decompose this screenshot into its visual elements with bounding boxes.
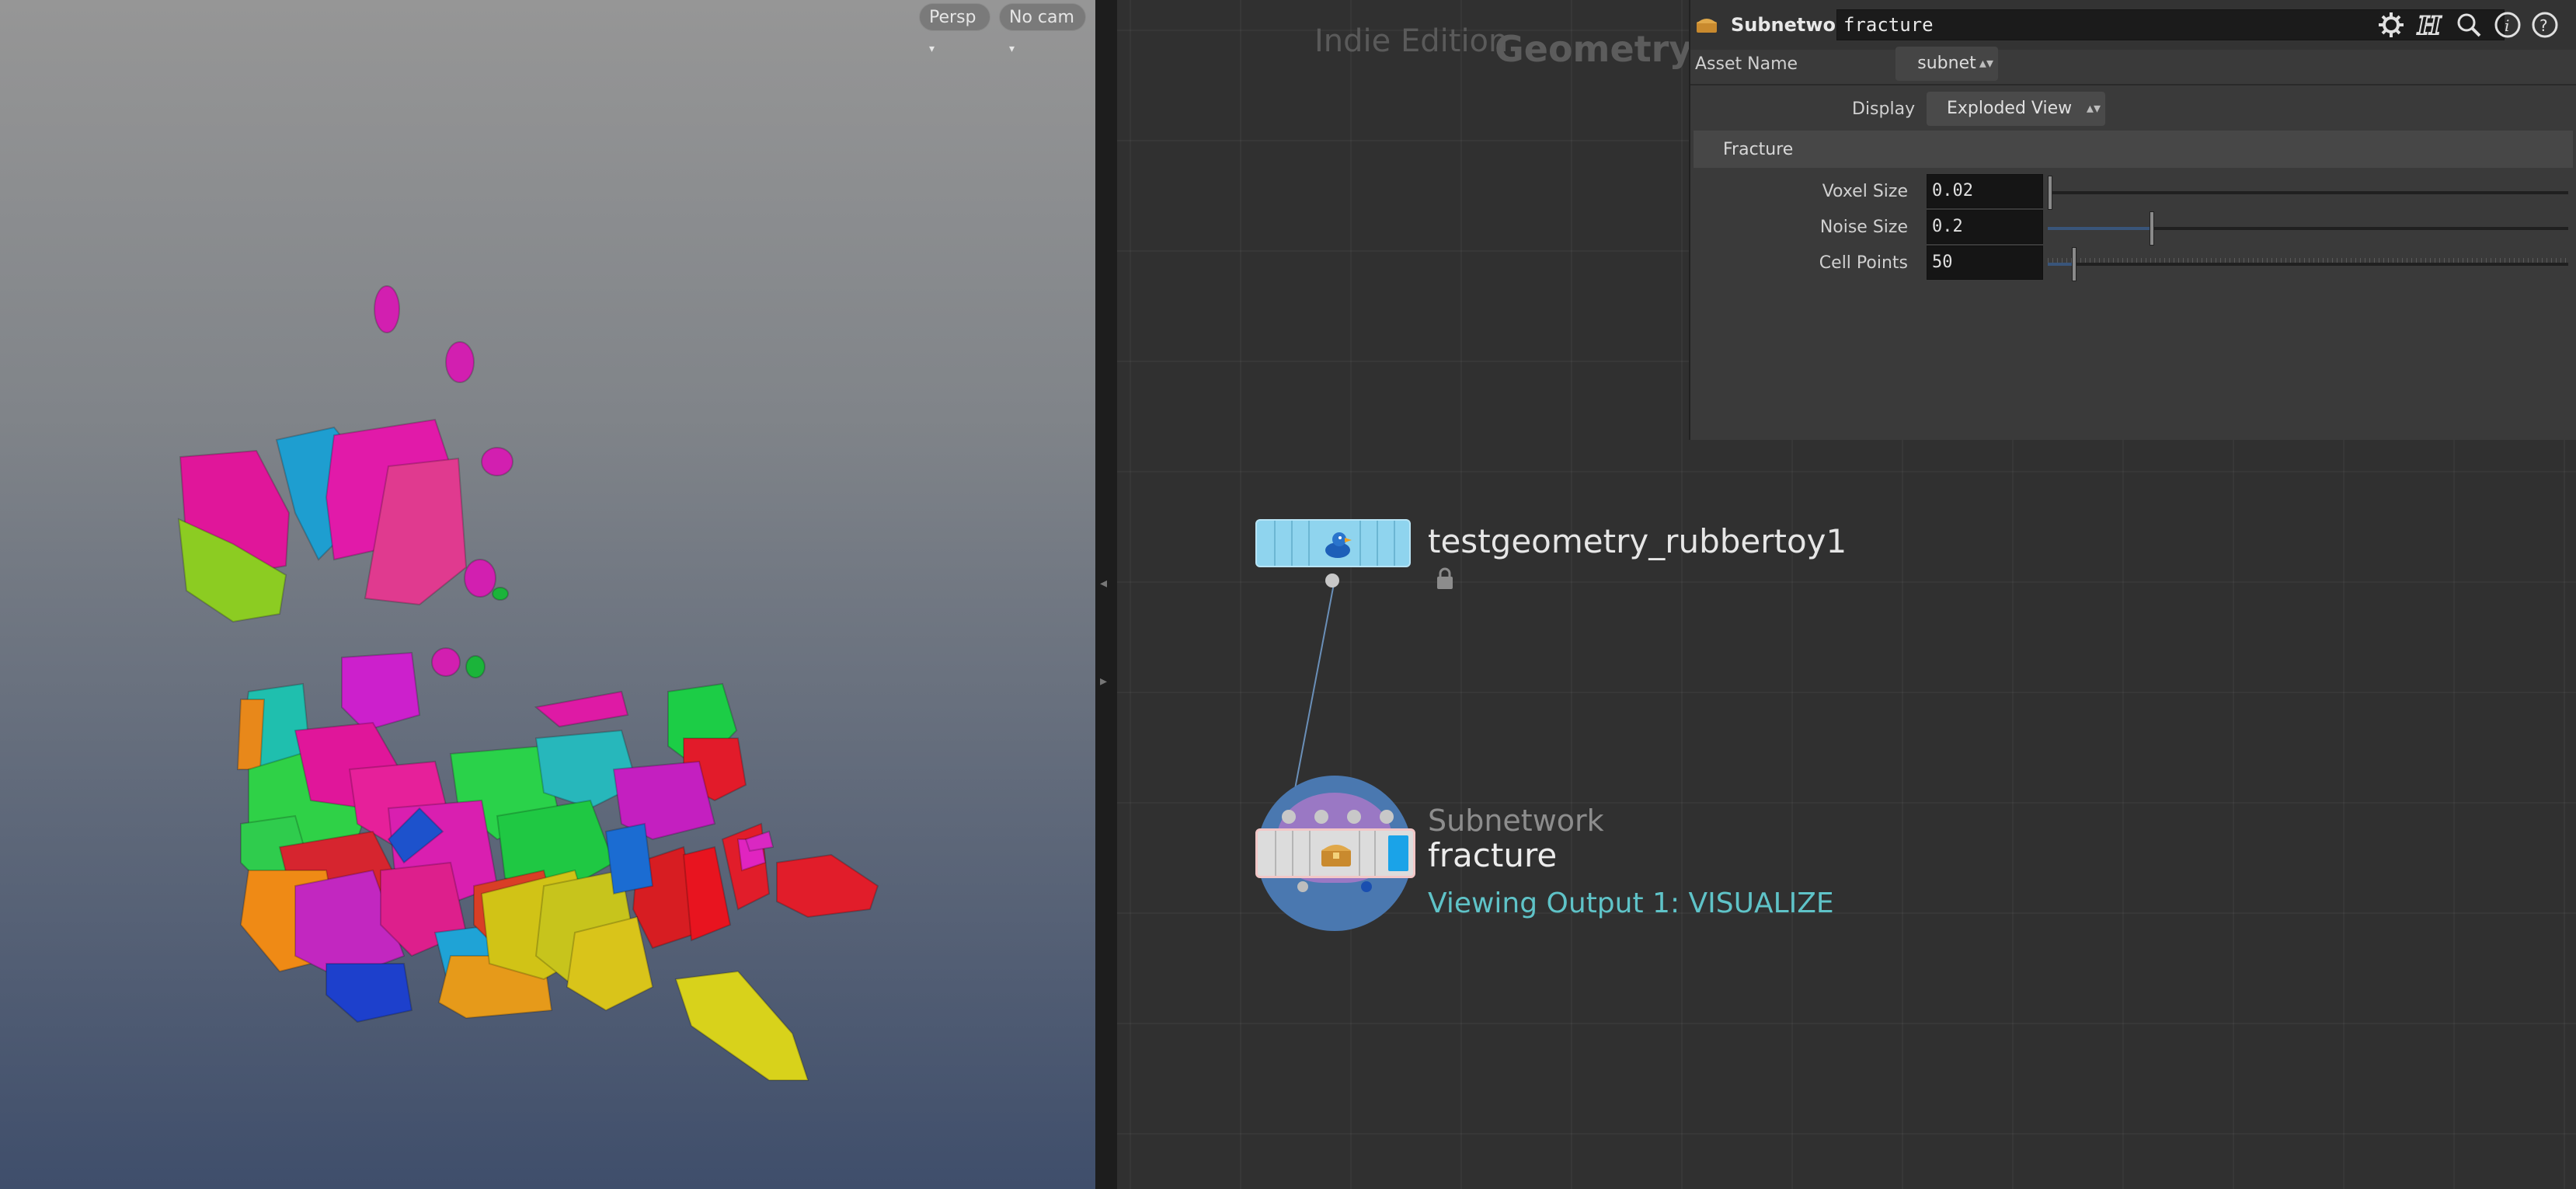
perspective-label: Persp	[929, 8, 976, 27]
noise-size-field[interactable]: 0.2	[1927, 210, 2043, 244]
asset-name-menu[interactable]: subnet ▴▾	[1895, 47, 1998, 81]
input-connector-3[interactable]	[1347, 810, 1361, 824]
help-icon[interactable]: ?	[2529, 9, 2560, 40]
asset-name-value: subnet	[1917, 54, 1976, 73]
gear-icon[interactable]	[2376, 9, 2407, 40]
fracture-folder-tab[interactable]: Fracture	[1694, 131, 2573, 168]
up-down-arrow-icon: ▴▾	[2086, 100, 2101, 117]
cell-points-label: Cell Points	[1819, 253, 1908, 273]
output-connector[interactable]	[1325, 574, 1339, 588]
slider-ticks	[2048, 258, 2568, 263]
slider-handle[interactable]	[2048, 176, 2052, 210]
noise-size-slider[interactable]	[2048, 211, 2568, 246]
display-mode-value: Exploded View	[1947, 99, 2073, 118]
treasure-chest-icon	[1321, 845, 1351, 866]
search-icon[interactable]	[2453, 9, 2484, 40]
voxel-size-slider[interactable]	[2048, 176, 2568, 210]
asset-name-label: Asset Name	[1695, 54, 1798, 74]
info-icon[interactable]: i	[2492, 9, 2523, 40]
camera-label: No cam	[1009, 8, 1074, 27]
treasure-chest-icon	[1697, 19, 1717, 33]
houdini-h-icon[interactable]: H	[2414, 9, 2445, 40]
input-connector-4[interactable]	[1380, 810, 1394, 824]
display-label: Display	[1852, 99, 1916, 119]
node-fracture-subnet[interactable]	[1255, 828, 1415, 878]
divider	[1690, 84, 2576, 85]
slider-handle[interactable]	[2150, 211, 2154, 246]
slider-fill	[2048, 227, 2152, 230]
svg-text:i: i	[2505, 16, 2509, 35]
slider-fill	[2048, 263, 2074, 266]
rubber-duck-icon	[1325, 532, 1352, 558]
output-connector-1[interactable]	[1297, 881, 1308, 892]
fractured-geometry-render	[177, 285, 879, 1081]
cell-points-slider[interactable]	[2048, 247, 2568, 281]
cell-points-field[interactable]: 50	[1927, 246, 2043, 280]
node-type-label: Subnetwork	[1428, 804, 1604, 838]
slider-handle[interactable]	[2072, 247, 2076, 281]
noise-size-label: Noise Size	[1819, 218, 1908, 237]
folder-label: Fracture	[1723, 140, 1794, 159]
scene-viewport[interactable]: Persp ▾ No cam ▾	[0, 0, 1095, 1189]
node-name-label: fracture	[1428, 836, 1558, 874]
pane-divider[interactable]: ◂ ▸	[1095, 0, 1117, 1189]
display-flag[interactable]	[1388, 835, 1408, 871]
lock-icon[interactable]	[1436, 567, 1454, 591]
node-toy-label: testgeometry_rubbertoy1	[1428, 522, 1847, 560]
viewing-output-label: Viewing Output 1: VISUALIZE	[1428, 887, 1834, 919]
input-connector-2[interactable]	[1314, 810, 1328, 824]
node-testgeometry-rubbertoy[interactable]	[1255, 519, 1411, 567]
svg-text:?: ?	[2539, 16, 2548, 35]
parameter-pane[interactable]: Subnetwork fracture H i ? Asset Name sub…	[1689, 0, 2576, 440]
collapse-left-arrow-icon[interactable]: ◂	[1100, 575, 1109, 594]
display-mode-menu[interactable]: Exploded View ▴▾	[1927, 92, 2105, 126]
input-connector-1[interactable]	[1282, 810, 1296, 824]
svg-text:H: H	[2417, 11, 2442, 40]
camera-menu-button[interactable]: No cam ▾	[999, 3, 1086, 55]
parameter-header: Subnetwork fracture H i ?	[1690, 0, 2576, 50]
voxel-size-field[interactable]: 0.02	[1927, 174, 2043, 208]
up-down-arrow-icon: ▴▾	[1979, 55, 1993, 71]
collapse-right-arrow-icon[interactable]: ▸	[1100, 673, 1109, 692]
output-connector-2[interactable]	[1361, 881, 1372, 892]
voxel-size-label: Voxel Size	[1822, 182, 1908, 201]
perspective-menu-button[interactable]: Persp ▾	[919, 3, 990, 55]
